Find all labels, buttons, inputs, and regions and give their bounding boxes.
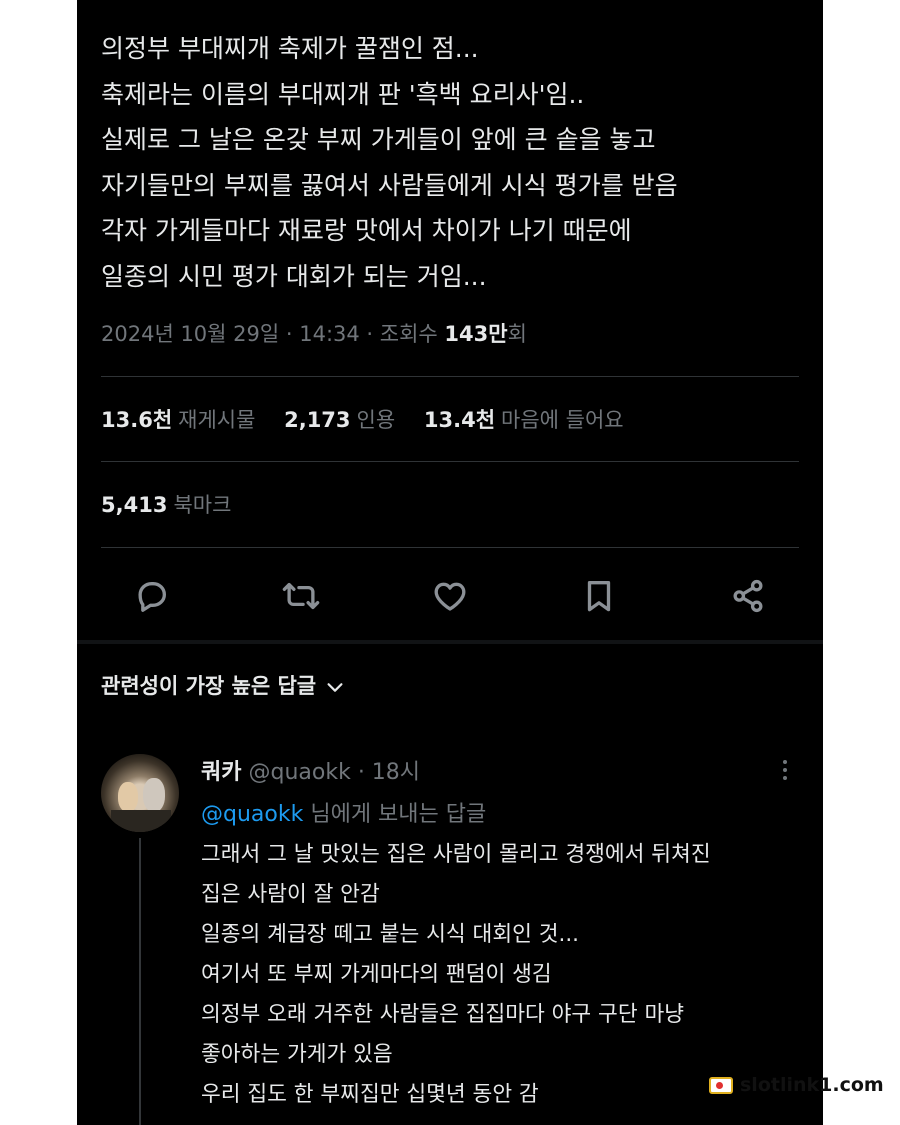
tweet-line: 각자 가게들마다 재료랑 맛에서 차이가 나기 때문에	[101, 216, 632, 245]
reply-line: 의정부 오래 거주한 사람들은 집집마다 야구 구단 마냥	[201, 1002, 685, 1027]
divider	[101, 376, 799, 377]
engagement-stats: 13.6천 재게시물 2,173 인용 13.4천 마음에 들어요	[101, 404, 646, 434]
bookmarks-count: 5,413	[101, 493, 168, 517]
views-count: 143만	[444, 322, 508, 346]
reply-line: 일종의 계급장 떼고 붙는 시식 대회인 것...	[201, 922, 579, 947]
avatar-figure	[143, 778, 165, 812]
reply-author-handle[interactable]: @quaokk	[248, 760, 350, 785]
retweets-stat[interactable]: 13.6천 재게시물	[101, 408, 255, 432]
tweet-line: 일종의 시민 평가 대회가 되는 거임...	[101, 261, 487, 291]
avatar-figure	[118, 782, 138, 812]
quotes-count: 2,173	[284, 408, 351, 432]
quotes-label: 인용	[356, 408, 396, 432]
reply-mention-link[interactable]: @quaokk	[201, 802, 303, 827]
reply-line: 우리 집도 한 부찌집만 십몇년 동안 감	[201, 1082, 539, 1107]
replies-sort-label: 관련성이 가장 높은 답글	[101, 674, 317, 698]
reply-line: 좋아하는 가게가 있음	[201, 1042, 393, 1067]
replying-to-suffix: 님에게 보내는 답글	[303, 802, 487, 827]
more-options-button[interactable]	[773, 756, 797, 784]
like-button[interactable]	[426, 572, 474, 620]
views-suffix: 회	[507, 322, 527, 346]
watermark-text: slotlink1.com	[740, 1074, 884, 1096]
avatar[interactable]	[101, 754, 179, 832]
tweet-meta: 2024년 10월 29일 · 14:34 · 조회수 143만회	[101, 318, 527, 348]
likes-count: 13.4천	[423, 408, 496, 432]
watermark: slotlink1.com	[709, 1073, 884, 1097]
heart-icon	[434, 582, 466, 611]
divider	[101, 547, 799, 548]
retweet-icon	[282, 582, 320, 610]
reply-body: 그래서 그 날 맛있는 집은 사람이 몰리고 경쟁에서 뒤쳐진 집은 사람이 잘…	[201, 835, 711, 1115]
reply-line: 집은 사람이 잘 안감	[201, 882, 380, 907]
tweet-body: 의정부 부대찌개 축제가 꿀잼인 점... 축제라는 이름의 부대찌개 판 '흑…	[101, 26, 811, 299]
section-separator	[77, 640, 823, 644]
replying-to: @quaokk 님에게 보내는 답글	[201, 796, 486, 828]
reply-icon	[138, 581, 167, 612]
reply-header: 쿼카 @quaokk · 18시	[201, 754, 420, 786]
bookmark-icon	[587, 581, 611, 612]
tweet-line: 축제라는 이름의 부대찌개 판 '흑백 요리사'임..	[101, 79, 585, 109]
bookmarks-stat[interactable]: 5,413 북마크	[101, 493, 231, 517]
likes-stat[interactable]: 13.4천 마음에 들어요	[424, 408, 624, 432]
retweets-label: 재게시물	[178, 408, 256, 432]
timestamp[interactable]: 2024년 10월 29일 · 14:34 · 조회수	[101, 322, 444, 346]
share-icon	[733, 579, 763, 613]
likes-label: 마음에 들어요	[501, 408, 624, 432]
chevron-down-icon	[327, 683, 343, 692]
thread-line	[139, 838, 141, 1125]
more-dots-icon	[783, 776, 787, 780]
reply-line: 그래서 그 날 맛있는 집은 사람이 몰리고 경쟁에서 뒤쳐진	[201, 842, 711, 867]
reply-button[interactable]	[128, 572, 176, 620]
quotes-stat[interactable]: 2,173 인용	[284, 408, 395, 432]
retweet-button[interactable]	[277, 572, 325, 620]
reply-author-name[interactable]: 쿼카	[201, 760, 241, 785]
avatar-figure	[111, 810, 171, 832]
tweet-panel: 의정부 부대찌개 축제가 꿀잼인 점... 축제라는 이름의 부대찌개 판 '흑…	[77, 0, 823, 1125]
reply-line: 여기서 또 부찌 가게마다의 팬덤이 생김	[201, 962, 552, 987]
bookmark-stats: 5,413 북마크	[101, 489, 253, 519]
replies-sort-dropdown[interactable]: 관련성이 가장 높은 답글	[101, 670, 346, 700]
bookmark-button[interactable]	[575, 572, 623, 620]
divider	[101, 461, 799, 462]
reply-time[interactable]: · 18시	[351, 760, 420, 785]
tweet-line: 자기들만의 부찌를 끓여서 사람들에게 시식 평가를 받음	[101, 170, 678, 200]
retweets-count: 13.6천	[101, 408, 173, 432]
bookmarks-label: 북마크	[173, 493, 232, 517]
tweet-actions	[77, 572, 823, 620]
tweet-line: 실제로 그 날은 온갖 부찌 가게들이 앞에 큰 솥을 놓고	[101, 125, 656, 154]
more-dots-icon	[783, 768, 787, 772]
share-button[interactable]	[724, 572, 772, 620]
watermark-logo-icon	[709, 1076, 733, 1094]
more-dots-icon	[783, 760, 787, 764]
tweet-line: 의정부 부대찌개 축제가 꿀잼인 점...	[101, 34, 479, 63]
